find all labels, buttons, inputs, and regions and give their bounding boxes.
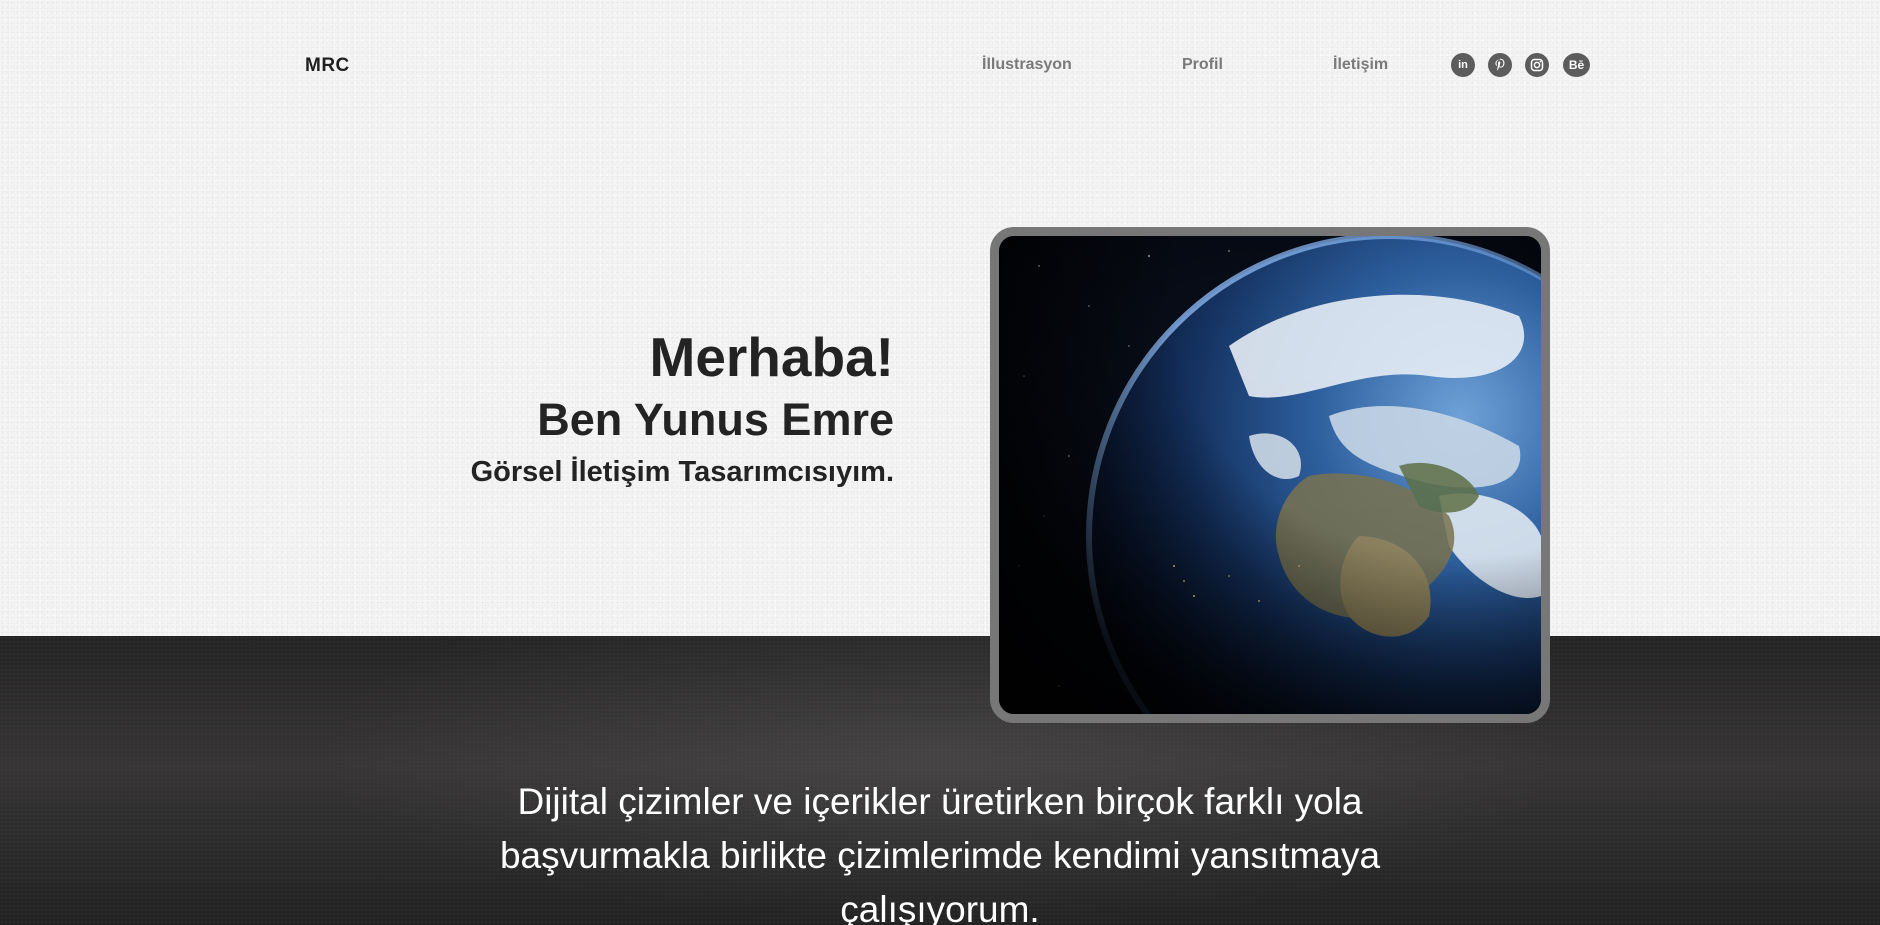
instagram-icon[interactable] [1525, 53, 1549, 77]
instagram-glyph [1530, 58, 1544, 72]
behance-icon[interactable]: Bē [1563, 53, 1590, 77]
hero-greeting: Merhaba! [649, 326, 895, 388]
hero-background [0, 0, 1880, 636]
nav-link-iletisim[interactable]: İletişim [1333, 56, 1388, 74]
hero-name: Ben Yunus Emre [537, 394, 894, 445]
hero-role: Görsel İletişim Tasarımcısıyım. [470, 456, 894, 488]
pinterest-icon[interactable] [1488, 53, 1512, 77]
behance-icon-label: Bē [1568, 58, 1585, 72]
nav-link-illustrasyon[interactable]: İllustrasyon [982, 56, 1072, 74]
logo[interactable]: MRC [305, 55, 350, 77]
nav-link-profil[interactable]: Profil [1182, 56, 1223, 74]
pinterest-glyph [1495, 58, 1505, 71]
hero-text: Merhaba! Ben Yunus Emre Görsel İletişim … [471, 323, 894, 495]
linkedin-icon[interactable]: in [1451, 53, 1475, 77]
intro-text: Dijital çizimler ve içerikler üretirken … [499, 781, 1381, 925]
linkedin-icon-label: in [1458, 59, 1468, 71]
hero-image [990, 227, 1550, 723]
earth-image [999, 236, 1541, 714]
